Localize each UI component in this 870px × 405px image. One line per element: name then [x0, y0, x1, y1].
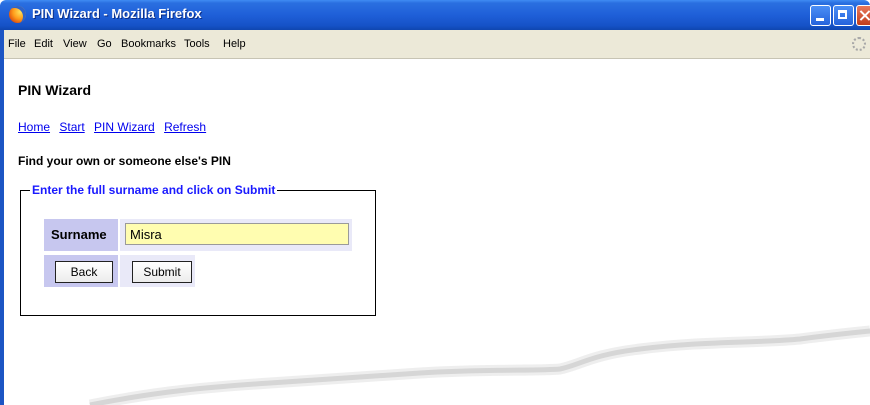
surname-input[interactable]: [125, 223, 349, 245]
close-button[interactable]: [856, 5, 870, 26]
page-subheading: Find your own or someone else's PIN: [18, 154, 231, 168]
menu-view[interactable]: View: [63, 38, 87, 50]
menu-bar: File Edit View Go Bookmarks Tools Help: [0, 30, 870, 59]
fieldset-legend: Enter the full surname and click on Subm…: [30, 183, 278, 197]
start-link[interactable]: Start: [59, 120, 84, 134]
page-title: PIN Wizard: [18, 82, 91, 98]
menu-file[interactable]: File: [8, 38, 26, 50]
home-link[interactable]: Home: [18, 120, 50, 134]
surname-fieldset: [20, 190, 376, 316]
torn-edge-shadow: [88, 325, 870, 405]
maximize-button[interactable]: [833, 5, 854, 26]
menu-tools[interactable]: Tools: [184, 38, 210, 50]
menu-help[interactable]: Help: [223, 38, 246, 50]
submit-button[interactable]: Submit: [132, 261, 192, 283]
menu-bookmarks[interactable]: Bookmarks: [121, 38, 176, 50]
pin-wizard-link[interactable]: PIN Wizard: [94, 120, 155, 134]
surname-label: Surname: [44, 219, 118, 251]
back-button[interactable]: Back: [55, 261, 113, 283]
menu-edit[interactable]: Edit: [34, 38, 53, 50]
nav-links: Home Start PIN Wizard Refresh: [18, 120, 212, 134]
minimize-button[interactable]: [810, 5, 831, 26]
window-title: PIN Wizard - Mozilla Firefox: [32, 6, 202, 21]
menu-go[interactable]: Go: [97, 38, 112, 50]
window-title-bar[interactable]: PIN Wizard - Mozilla Firefox: [0, 0, 870, 30]
firefox-logo-icon: [9, 6, 26, 23]
refresh-link[interactable]: Refresh: [164, 120, 206, 134]
throbber-icon: [852, 37, 866, 51]
